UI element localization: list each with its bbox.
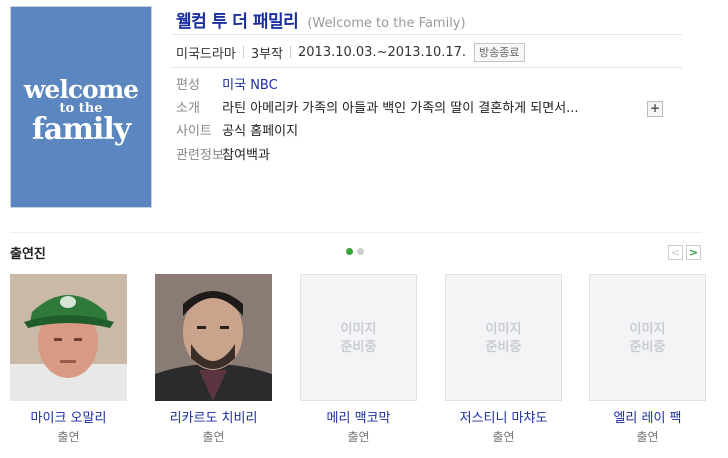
placeholder-text: 이미지 준비중 [629,322,666,355]
cast-role: 출연 [57,430,80,444]
related-info-link[interactable]: 참여백과 [222,148,270,163]
info-label: 소개 [176,101,200,116]
cast-photo[interactable] [155,274,272,401]
cast-photo-image [10,274,127,401]
poster-logo: welcome to the family [11,77,151,145]
page-title[interactable]: 웰컴 투 더 패밀리 [176,12,299,32]
meta-separator [242,46,244,58]
title-divider [172,34,682,35]
title-english: (Welcome to the Family) [307,16,466,31]
info-related: 관련정보 참여백과 [176,146,270,166]
cast-prev-button[interactable]: < [668,245,683,260]
info-site: 사이트 공식 홈페이지 [176,122,298,142]
cast-divider [10,232,702,233]
cast-member-2[interactable]: 리카르도 치비리 출연 [155,274,272,445]
cast-role: 출연 [202,430,225,444]
drama-poster[interactable]: welcome to the family [10,6,152,208]
cast-name[interactable]: 마이크 오말리 [10,407,127,426]
cast-next-button[interactable]: > [686,245,701,260]
genre[interactable]: 미국드라마 [176,43,236,62]
cast-photo-placeholder[interactable]: 이미지 준비중 [589,274,706,401]
meta-separator [290,46,292,58]
status-badge: 방송종료 [474,42,525,62]
cast-member-5[interactable]: 이미지 준비중 엘리 레이 팩 출연 [589,274,706,445]
cast-role: 출연 [492,430,515,444]
cast-role: 출연 [347,430,370,444]
page-dot-2[interactable] [357,248,364,255]
info-label: 편성 [176,78,200,93]
cast-member-4[interactable]: 이미지 준비중 저스티니 마챠도 출연 [445,274,562,445]
cast-photo-image [155,274,272,401]
info-broadcaster: 편성 미국 NBC [176,76,278,96]
poster-logo-line1: welcome [23,75,139,104]
placeholder-text: 이미지 준비중 [485,322,522,355]
title-row: 웰컴 투 더 패밀리 (Welcome to the Family) [176,7,466,32]
placeholder-text: 이미지 준비중 [340,322,377,355]
meta-divider [172,67,682,68]
cast-name[interactable]: 리카르도 치비리 [155,407,272,426]
broadcaster-link[interactable]: 미국 NBC [222,78,278,93]
cast-member-3[interactable]: 이미지 준비중 메리 맥코막 출연 [300,274,417,445]
info-synopsis: 소개 라틴 아메리카 가족의 아들과 백인 가족의 딸이 결혼하게 되면서... [176,99,579,119]
official-site-link[interactable]: 공식 홈페이지 [222,124,298,139]
episode-count: 3부작 [250,46,284,62]
meta-row: 미국드라마 3부작 2013.10.03.~2013.10.17. 방송종료 [176,41,525,63]
info-label: 사이트 [176,124,212,139]
cast-role: 출연 [636,430,659,444]
poster-logo-line3: family [31,112,131,147]
cast-photo-placeholder[interactable]: 이미지 준비중 [300,274,417,401]
air-dates: 2013.10.03.~2013.10.17. [298,44,467,60]
cast-member-1[interactable]: 마이크 오말리 출연 [10,274,127,445]
cast-name[interactable]: 메리 맥코막 [300,407,417,426]
page-dot-1[interactable] [346,248,353,255]
info-label: 관련정보 [176,148,224,163]
cast-heading: 출연진 [10,247,46,262]
cast-name[interactable]: 저스티니 마챠도 [445,407,562,426]
cast-photo-placeholder[interactable]: 이미지 준비중 [445,274,562,401]
cast-name[interactable]: 엘리 레이 팩 [589,407,706,426]
expand-synopsis-button[interactable]: + [647,101,663,117]
pagination-dots [346,248,364,255]
cast-photo[interactable] [10,274,127,401]
synopsis-text: 라틴 아메리카 가족의 아들과 백인 가족의 딸이 결혼하게 되면서... [222,101,579,116]
